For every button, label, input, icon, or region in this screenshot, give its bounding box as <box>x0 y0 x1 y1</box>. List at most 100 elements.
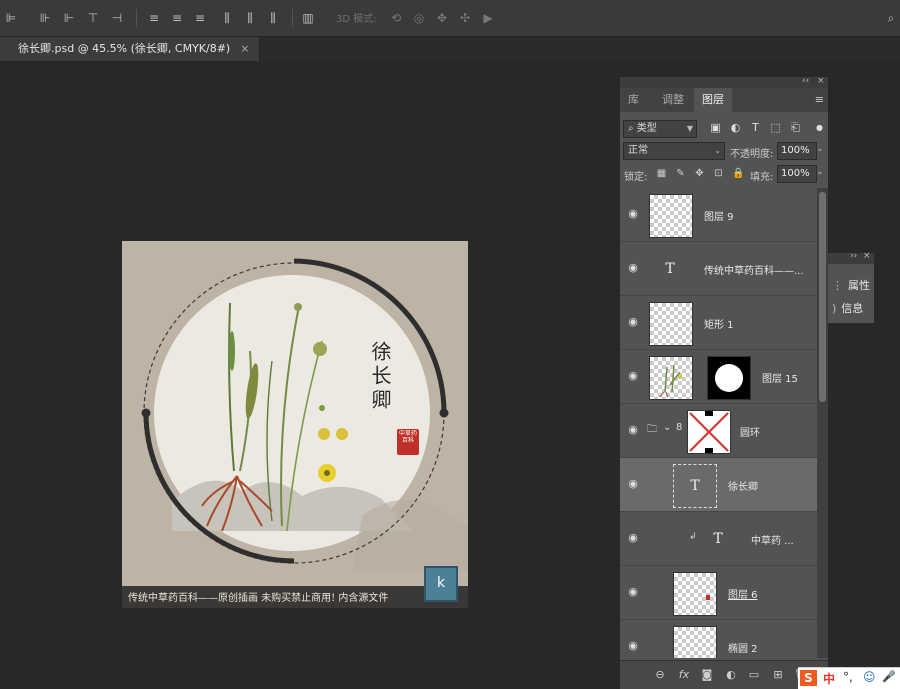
auto-align-icon[interactable]: ▥ <box>301 11 315 25</box>
properties-label: 属性 <box>848 279 870 292</box>
tab-layers[interactable]: 图层 <box>694 88 732 112</box>
microphone-icon[interactable]: 🎤 <box>882 670 896 683</box>
scale-3d-icon[interactable]: ▶ <box>481 11 495 25</box>
lock-all-icon[interactable]: 🔒 <box>732 168 744 179</box>
align-vcenter-icon[interactable]: ⊣ <box>110 11 124 25</box>
layer-row[interactable]: ◉ T 传统中草药百科——... <box>620 242 817 296</box>
eye-icon[interactable]: ◉ <box>626 261 640 275</box>
filter-pixel-icon[interactable]: ▣ <box>709 121 722 134</box>
slide-3d-icon[interactable]: ✣ <box>458 11 472 25</box>
emoji-icon[interactable]: ☺ <box>863 670 876 684</box>
search-icon: ⌕ <box>628 123 634 134</box>
filter-kind-dropdown[interactable]: ⌕ 类型 ▼ <box>623 120 697 138</box>
filter-type-icon[interactable]: T <box>749 121 762 134</box>
eye-icon[interactable]: ◉ <box>626 207 640 221</box>
new-layer-icon[interactable]: ⊞ <box>771 668 785 682</box>
distribute-vcenter-icon[interactable]: ≡ <box>170 11 184 25</box>
document-tab-bar: 徐长卿.psd @ 45.5% (徐长卿, CMYK/8#) × <box>0 37 900 61</box>
info-label: 信息 <box>841 302 864 315</box>
close-icon[interactable]: × <box>863 251 871 261</box>
distribute-hcenter-icon[interactable]: ⫼ <box>243 11 257 25</box>
eye-icon[interactable]: ◉ <box>626 477 640 491</box>
layer-row[interactable]: ◉ 图层 9 <box>620 188 817 242</box>
blend-mode-dropdown[interactable]: 正常 ⌄ <box>623 142 725 160</box>
canvas-title: 徐长卿 <box>368 341 392 413</box>
opacity-chevron-icon[interactable]: ⌄ <box>816 144 824 154</box>
close-tab-icon[interactable]: × <box>240 42 249 55</box>
layer-row-selected[interactable]: ◉ T 徐长卿 <box>620 458 817 512</box>
lock-artboard-icon[interactable]: ⊡ <box>713 168 724 179</box>
eye-icon[interactable]: ◉ <box>626 369 640 383</box>
lock-transparent-icon[interactable]: ▦ <box>656 168 667 179</box>
plant-thumb-icon <box>659 364 682 398</box>
filter-adjustment-icon[interactable]: ◐ <box>729 121 742 134</box>
tab-adjustments[interactable]: 调整 <box>654 88 692 112</box>
eye-icon[interactable]: ◉ <box>626 423 640 437</box>
layers-panel: ‹‹ × 库 调整 图层 ≡ ⌕ 类型 ▼ ▣ ◐ T ⬚ ⎗ ● 正常 ⌄ 不… <box>619 76 828 689</box>
collapse-icon[interactable]: ›› <box>850 251 857 261</box>
filter-toggle-icon[interactable]: ● <box>813 121 826 134</box>
eye-icon[interactable]: ◉ <box>626 585 640 599</box>
text-layer-icon: T <box>665 261 675 277</box>
layer-row[interactable]: ◉ 图层 15 <box>620 350 817 404</box>
distribute-right-icon[interactable]: ⫼ <box>266 11 280 25</box>
link-layers-icon[interactable]: ⊖ <box>653 668 667 682</box>
lock-position-icon[interactable]: ✥ <box>694 168 705 179</box>
document-tab-title: 徐长卿.psd @ 45.5% (徐长卿, CMYK/8#) <box>18 42 231 55</box>
document-tab[interactable]: 徐长卿.psd @ 45.5% (徐长卿, CMYK/8#) × <box>0 37 261 61</box>
layer-row[interactable]: ◉ 🗀 ⌄ 8 圆环 <box>620 404 817 458</box>
close-panel-icon[interactable]: × <box>817 76 825 86</box>
search-icon[interactable]: ⌕ <box>884 11 898 25</box>
eye-icon[interactable]: ◉ <box>626 531 640 545</box>
layer-name: 椭圆 2 <box>728 644 758 655</box>
new-group-icon[interactable]: ▭ <box>747 668 761 682</box>
layers-scrollbar[interactable] <box>817 188 828 658</box>
layer-row[interactable]: ◉ ↲ T 中草药 ... <box>620 512 817 566</box>
separator <box>136 9 137 27</box>
adjustment-layer-icon[interactable]: ◐ <box>724 668 738 682</box>
tab-library[interactable]: 库 <box>620 88 647 112</box>
filter-kind-label: 类型 <box>636 123 657 134</box>
document-canvas[interactable]: 徐长卿 中草药百科 传统中草药百科——原创插画 未购买禁止商用! 内含源文件 k <box>122 241 468 608</box>
clip-arrow-icon: ↲ <box>689 532 697 542</box>
expand-chevron-icon[interactable]: ⌄ <box>663 422 671 433</box>
ring-dot-right <box>439 408 449 418</box>
eye-icon[interactable]: ◉ <box>626 315 640 329</box>
layer-thumbnail <box>673 572 717 616</box>
pan-3d-icon[interactable]: ✥ <box>435 11 449 25</box>
filter-shape-icon[interactable]: ⬚ <box>769 121 782 134</box>
distribute-bottom-icon[interactable]: ≡ <box>193 11 207 25</box>
add-mask-icon[interactable]: ◙ <box>700 668 714 682</box>
panel-menu-icon[interactable]: ≡ <box>815 93 824 106</box>
roll-3d-icon[interactable]: ◎ <box>412 11 426 25</box>
fx-icon[interactable]: fx <box>677 668 691 682</box>
opacity-input[interactable]: 100% <box>777 142 817 160</box>
align-left-icon[interactable]: ⊫ <box>4 11 18 25</box>
layer-mask-thumbnail[interactable] <box>707 356 751 400</box>
ime-language[interactable]: 中 <box>823 670 835 687</box>
distribute-left-icon[interactable]: ⫼ <box>220 11 234 25</box>
lock-paint-icon[interactable]: ✎ <box>675 168 686 179</box>
align-hcenter-icon[interactable]: ⊪ <box>38 11 52 25</box>
align-top-icon[interactable]: ⊤ <box>86 11 100 25</box>
layer-row[interactable]: ◉ 椭圆 2 <box>620 620 817 658</box>
fill-chevron-icon[interactable]: ⌄ <box>816 167 824 177</box>
layer-name: 图层 15 <box>762 374 798 385</box>
layer-name: 中草药 ... <box>751 536 794 547</box>
layer-row[interactable]: ◉ 矩形 1 <box>620 296 817 350</box>
scrollbar-thumb[interactable] <box>819 192 826 402</box>
group-mask-thumbnail[interactable] <box>687 410 731 454</box>
fill-input[interactable]: 100% <box>777 165 817 183</box>
info-item[interactable]: ) 信息 <box>832 300 863 316</box>
layer-row[interactable]: ◉ 图层 6 <box>620 566 817 620</box>
orbit-3d-icon[interactable]: ⟲ <box>389 11 403 25</box>
eye-icon[interactable]: ◉ <box>626 639 640 653</box>
distribute-top-icon[interactable]: ≡ <box>147 11 161 25</box>
link-icon[interactable]: 8 <box>676 422 682 433</box>
filter-smartobject-icon[interactable]: ⎗ <box>789 121 802 134</box>
properties-item[interactable]: ⋮ 属性 <box>832 277 870 293</box>
collapse-panel-icon[interactable]: ‹‹ <box>802 76 809 86</box>
ime-logo-icon[interactable]: S <box>800 670 817 686</box>
ime-punctuation-icon[interactable]: °, <box>843 670 853 684</box>
align-right-icon[interactable]: ⊩ <box>62 11 76 25</box>
